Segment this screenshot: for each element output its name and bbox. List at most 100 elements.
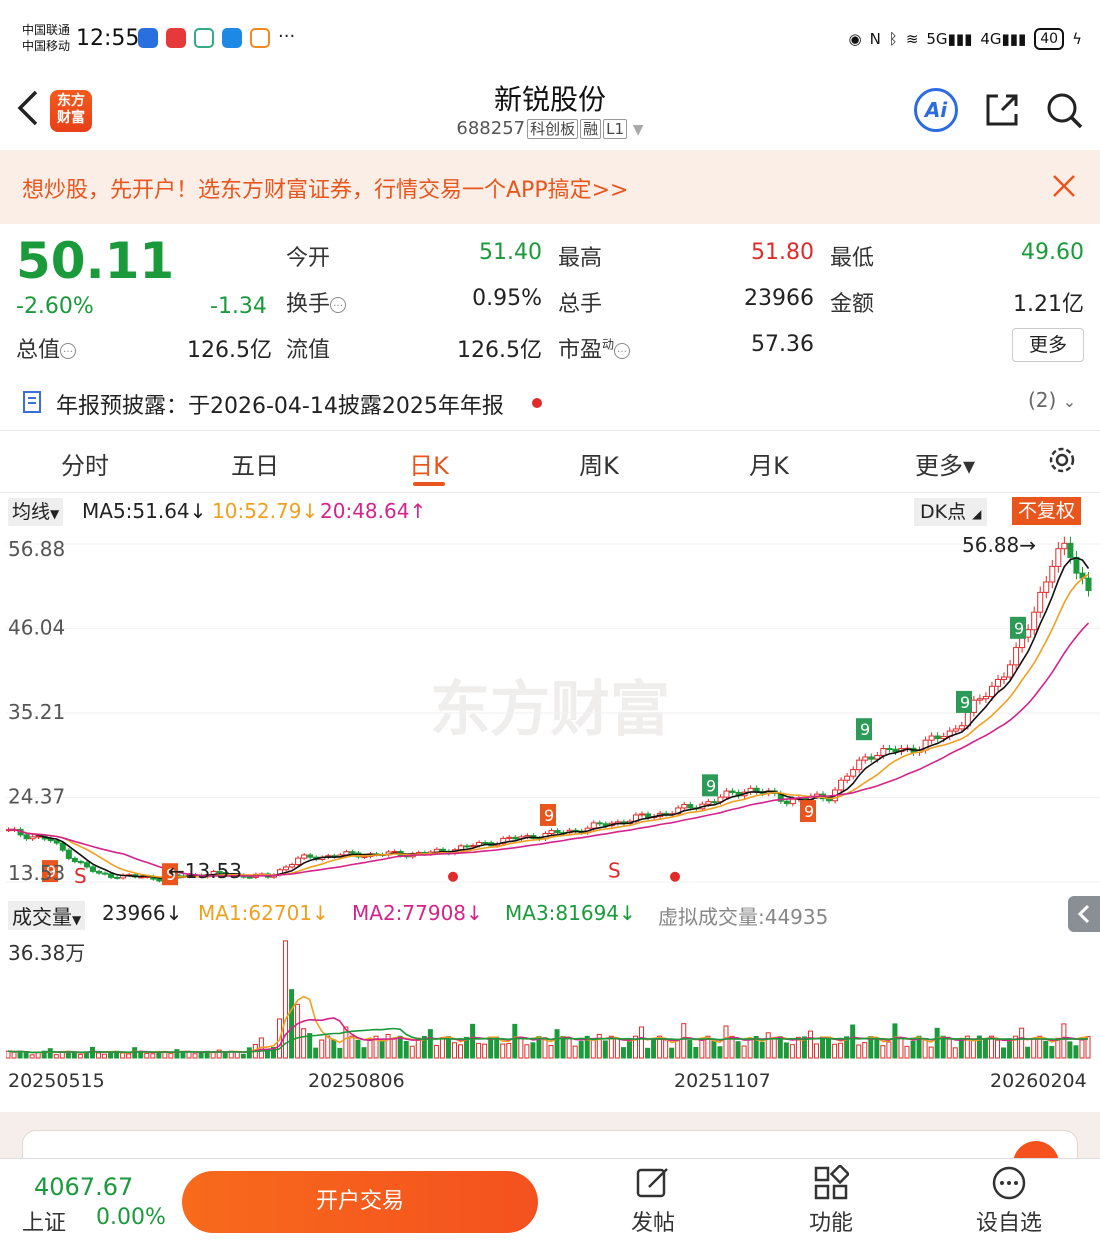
- date-label: 20250515: [8, 1070, 105, 1092]
- kline-chart[interactable]: 东方财富 9 9999999S S 56.8846.0435.2124.3713.5…: [6, 530, 1100, 896]
- more-quote-button[interactable]: 更多: [1012, 328, 1084, 362]
- y-tick-label: 35.21: [8, 700, 65, 724]
- add-watchlist-button[interactable]: 设自选: [964, 1165, 1054, 1237]
- gear-icon[interactable]: [1046, 444, 1078, 476]
- volume-bar: [1073, 1045, 1079, 1059]
- divider: [0, 492, 1100, 493]
- vol-ma3: MA3:81694↓: [505, 901, 636, 925]
- tab-daily-k[interactable]: 日K: [374, 446, 484, 481]
- tab-five-day[interactable]: 五日: [200, 446, 310, 481]
- pe-label[interactable]: 市盈动…: [558, 332, 631, 364]
- td-signal-marker: 9: [956, 690, 972, 713]
- volume-max-label: 36.38万: [8, 941, 85, 965]
- info-icon[interactable]: …: [614, 343, 631, 359]
- open-label: 今开: [286, 246, 331, 271]
- vol-ma2: MA2:77908↓: [352, 901, 483, 925]
- promo-banner[interactable]: 想炒股，先开户！选东方财富证券，行情交易一个APP搞定>>: [0, 150, 1100, 224]
- svg-text:9: 9: [706, 776, 716, 795]
- volume-bar: [886, 1041, 892, 1059]
- volume-bar: [349, 1035, 355, 1059]
- svg-text:9: 9: [1014, 619, 1024, 638]
- open-account-trade-button[interactable]: 开户交易: [182, 1171, 538, 1233]
- collapse-panel-button[interactable]: [1068, 896, 1100, 932]
- candle-body: [349, 851, 356, 854]
- volume-bar: [554, 1029, 560, 1059]
- volume-bar: [940, 1035, 946, 1059]
- volume-bar: [77, 1053, 83, 1059]
- tab-more[interactable]: 更多▾: [890, 446, 1000, 481]
- y-tick-label: 13.53: [8, 861, 65, 885]
- volume-chart[interactable]: 36.38万: [6, 930, 1100, 1062]
- unread-dot: [532, 398, 542, 408]
- ai-assistant-button[interactable]: Ai: [914, 88, 958, 132]
- volume-indicator-select[interactable]: 成交量▼: [8, 901, 86, 930]
- volume-bar: [1043, 1040, 1049, 1059]
- margin-tag: 融: [580, 119, 602, 139]
- candle-body: [958, 725, 965, 730]
- volume-bar: [856, 1044, 862, 1059]
- candle-body: [289, 864, 296, 868]
- volume-value: 23966: [744, 286, 814, 311]
- candle-body: [23, 834, 30, 840]
- search-icon[interactable]: [1044, 90, 1084, 130]
- share-icon[interactable]: [982, 90, 1022, 130]
- close-icon[interactable]: [1050, 172, 1078, 200]
- candle-body: [439, 848, 446, 852]
- info-icon[interactable]: …: [60, 343, 77, 359]
- volume-bar: [1025, 1046, 1031, 1059]
- index-percent[interactable]: 0.00%: [96, 1205, 166, 1230]
- candle-body: [982, 696, 989, 700]
- tab-monthly-k[interactable]: 月K: [714, 446, 824, 481]
- candle-body: [1025, 629, 1032, 638]
- volume-bar: [23, 1051, 29, 1059]
- post-button[interactable]: 发帖: [608, 1165, 698, 1237]
- report-notice[interactable]: 年报预披露：于2026-04-14披露2025年年报 (2) ⌄: [0, 380, 1100, 428]
- volume-bar: [838, 1042, 844, 1059]
- candle-body: [928, 735, 935, 741]
- tab-weekly-k[interactable]: 周K: [544, 446, 654, 481]
- bottom-bar: 4067.67 上证 0.00% 开户交易 发帖 功能 设自选: [0, 1158, 1100, 1240]
- volume-bar: [826, 1036, 832, 1059]
- volume-bar: [1007, 1038, 1013, 1059]
- stock-code: 688257: [456, 118, 526, 139]
- index-value[interactable]: 4067.67: [34, 1173, 133, 1201]
- indicator-select[interactable]: 均线▼: [8, 498, 64, 526]
- adjust-button[interactable]: 不复权: [1012, 497, 1082, 525]
- turnover-label[interactable]: 换手…: [286, 286, 347, 318]
- nfc-icon: Ν: [869, 30, 881, 48]
- volume-bar: [1067, 1041, 1073, 1059]
- level-tag: L1: [603, 119, 628, 139]
- volume-bar: [1031, 1038, 1037, 1059]
- volume-bar: [29, 1054, 35, 1059]
- candle-body: [1001, 676, 1008, 680]
- market-cap-label[interactable]: 总值…: [16, 332, 77, 364]
- carrier-info: 中国联通 中国移动: [22, 22, 70, 54]
- report-count[interactable]: (2) ⌄: [1028, 388, 1076, 412]
- index-name[interactable]: 上证: [22, 1205, 66, 1237]
- candle-body: [970, 699, 977, 713]
- volume-bar: [693, 1046, 699, 1059]
- candle-body: [246, 876, 253, 879]
- promo-text[interactable]: 想炒股，先开户！选东方财富证券，行情交易一个APP搞定>>: [22, 172, 628, 204]
- active-tab-indicator: [413, 482, 445, 486]
- volume-bar: [361, 1047, 367, 1059]
- volume-bar: [874, 1037, 880, 1059]
- date-axis: 20250515 20250806 20251107 20260204: [0, 1068, 1100, 1098]
- volume-bar: [246, 1047, 252, 1059]
- volume-bar: [832, 1043, 838, 1059]
- candle-body: [952, 728, 959, 732]
- candle-body: [554, 830, 561, 834]
- tab-intraday[interactable]: 分时: [30, 446, 140, 481]
- volume-bar: [102, 1053, 108, 1059]
- candle-body: [114, 876, 121, 879]
- function-button[interactable]: 功能: [786, 1165, 876, 1237]
- dk-point-button[interactable]: DK点 ◢: [914, 498, 988, 526]
- low-value: 49.60: [1021, 240, 1084, 265]
- volume-bar: [144, 1052, 150, 1059]
- info-icon[interactable]: …: [330, 297, 347, 313]
- volume-bar: [783, 1042, 789, 1059]
- app-notification-icon: [138, 28, 158, 48]
- carrier-2: 中国移动: [22, 39, 71, 53]
- volume-bar: [240, 1053, 246, 1059]
- volume-bar: [614, 1038, 620, 1059]
